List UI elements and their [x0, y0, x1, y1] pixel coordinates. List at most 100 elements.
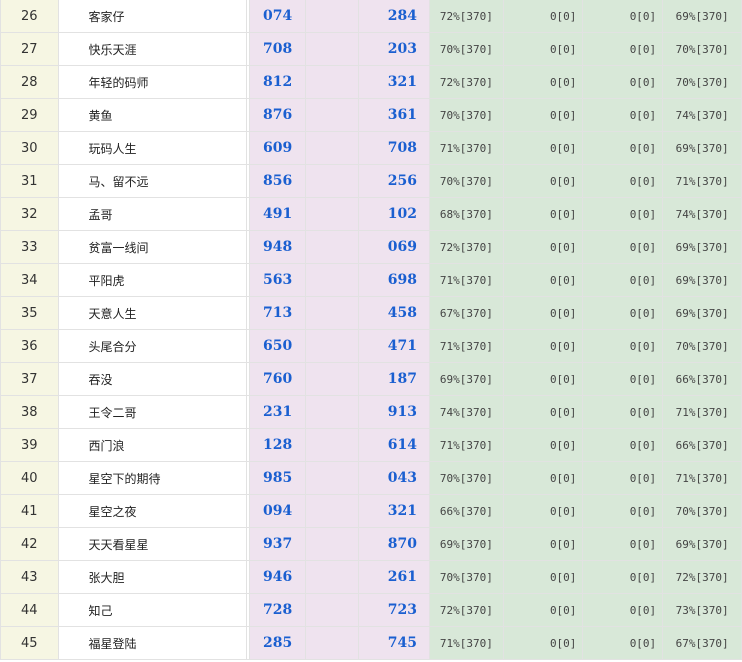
empty-cell [304, 263, 360, 297]
stat-3-cell: 0[0] [582, 197, 664, 231]
name-cell[interactable]: 星空之夜 [57, 494, 248, 528]
stat-4-cell: 71%[370] [662, 461, 742, 495]
rank-cell: 39 [0, 428, 59, 462]
stat-2-cell: 0[0] [502, 296, 584, 330]
stat-2-cell: 0[0] [502, 362, 584, 396]
rank-cell: 37 [0, 362, 59, 396]
stat-1-cell: 72%[370] [429, 0, 504, 33]
name-cell[interactable]: 头尾合分 [57, 329, 248, 363]
number-b-cell: 203 [358, 32, 430, 66]
empty-cell [304, 65, 360, 99]
number-b-cell: 043 [358, 461, 430, 495]
number-a-cell: 231 [249, 395, 306, 429]
empty-cell [304, 362, 360, 396]
stat-1-cell: 71%[370] [429, 428, 504, 462]
name-cell[interactable]: 黄鱼 [57, 98, 248, 132]
empty-cell [304, 296, 360, 330]
stat-1-cell: 71%[370] [429, 131, 504, 165]
stat-3-cell: 0[0] [582, 494, 664, 528]
empty-cell [304, 395, 360, 429]
number-a-cell: 563 [249, 263, 306, 297]
name-cell[interactable]: 天天看星星 [57, 527, 248, 561]
empty-cell [304, 428, 360, 462]
rank-cell: 36 [0, 329, 59, 363]
number-a-cell: 708 [249, 32, 306, 66]
number-b-cell: 261 [358, 560, 430, 594]
name-cell[interactable]: 贫富一线间 [57, 230, 248, 264]
stat-1-cell: 74%[370] [429, 395, 504, 429]
name-cell[interactable]: 知己 [57, 593, 248, 627]
name-cell[interactable]: 客家仔 [57, 0, 248, 33]
rank-cell: 34 [0, 263, 59, 297]
table-row: 41 星空之夜 094 321 66%[370] 0[0] 0[0] 70%[3… [0, 494, 742, 528]
name-cell[interactable]: 吞没 [57, 362, 248, 396]
stat-1-cell: 72%[370] [429, 65, 504, 99]
number-b-cell: 723 [358, 593, 430, 627]
stat-4-cell: 69%[370] [662, 296, 742, 330]
name-cell[interactable]: 马、留不远 [57, 164, 248, 198]
empty-cell [304, 461, 360, 495]
stat-3-cell: 0[0] [582, 593, 664, 627]
name-cell[interactable]: 西门浪 [57, 428, 248, 462]
stat-1-cell: 70%[370] [429, 98, 504, 132]
rank-cell: 28 [0, 65, 59, 99]
number-b-cell: 458 [358, 296, 430, 330]
empty-cell [304, 32, 360, 66]
number-a-cell: 946 [249, 560, 306, 594]
stat-4-cell: 69%[370] [662, 527, 742, 561]
rank-cell: 27 [0, 32, 59, 66]
table-row: 31 马、留不远 856 256 70%[370] 0[0] 0[0] 71%[… [0, 164, 742, 198]
number-b-cell: 321 [358, 494, 430, 528]
stat-2-cell: 0[0] [502, 263, 584, 297]
table-row: 42 天天看星星 937 870 69%[370] 0[0] 0[0] 69%[… [0, 527, 742, 561]
name-cell[interactable]: 玩码人生 [57, 131, 248, 165]
number-a-cell: 856 [249, 164, 306, 198]
table-row: 28 年轻的码师 812 321 72%[370] 0[0] 0[0] 70%[… [0, 65, 742, 99]
name-cell[interactable]: 福星登陆 [57, 626, 248, 660]
stat-4-cell: 70%[370] [662, 494, 742, 528]
number-a-cell: 650 [249, 329, 306, 363]
ranking-table-body: 26 客家仔 074 284 72%[370] 0[0] 0[0] 69%[37… [0, 0, 742, 660]
name-cell[interactable]: 星空下的期待 [57, 461, 248, 495]
stat-3-cell: 0[0] [582, 461, 664, 495]
number-b-cell: 698 [358, 263, 430, 297]
table-row: 38 王令二哥 231 913 74%[370] 0[0] 0[0] 71%[3… [0, 395, 742, 429]
table-row: 30 玩码人生 609 708 71%[370] 0[0] 0[0] 69%[3… [0, 131, 742, 165]
stat-3-cell: 0[0] [582, 98, 664, 132]
number-b-cell: 361 [358, 98, 430, 132]
number-a-cell: 728 [249, 593, 306, 627]
name-cell[interactable]: 王令二哥 [57, 395, 248, 429]
name-cell[interactable]: 快乐天涯 [57, 32, 248, 66]
stat-1-cell: 70%[370] [429, 32, 504, 66]
stat-2-cell: 0[0] [502, 230, 584, 264]
stat-4-cell: 66%[370] [662, 362, 742, 396]
stat-3-cell: 0[0] [582, 428, 664, 462]
name-cell[interactable]: 平阳虎 [57, 263, 248, 297]
number-b-cell: 913 [358, 395, 430, 429]
name-cell[interactable]: 天意人生 [57, 296, 248, 330]
name-cell[interactable]: 年轻的码师 [57, 65, 248, 99]
number-a-cell: 491 [249, 197, 306, 231]
stat-3-cell: 0[0] [582, 0, 664, 33]
rank-cell: 44 [0, 593, 59, 627]
stat-3-cell: 0[0] [582, 230, 664, 264]
stat-2-cell: 0[0] [502, 98, 584, 132]
stat-4-cell: 72%[370] [662, 560, 742, 594]
number-b-cell: 187 [358, 362, 430, 396]
stat-2-cell: 0[0] [502, 395, 584, 429]
stat-1-cell: 69%[370] [429, 527, 504, 561]
empty-cell [304, 560, 360, 594]
number-b-cell: 745 [358, 626, 430, 660]
rank-cell: 35 [0, 296, 59, 330]
stat-4-cell: 69%[370] [662, 131, 742, 165]
empty-cell [304, 98, 360, 132]
stat-3-cell: 0[0] [582, 131, 664, 165]
stat-3-cell: 0[0] [582, 329, 664, 363]
number-a-cell: 074 [249, 0, 306, 33]
empty-cell [304, 164, 360, 198]
stat-4-cell: 69%[370] [662, 263, 742, 297]
stat-4-cell: 73%[370] [662, 593, 742, 627]
name-cell[interactable]: 张大胆 [57, 560, 248, 594]
name-cell[interactable]: 孟哥 [57, 197, 248, 231]
stat-3-cell: 0[0] [582, 32, 664, 66]
